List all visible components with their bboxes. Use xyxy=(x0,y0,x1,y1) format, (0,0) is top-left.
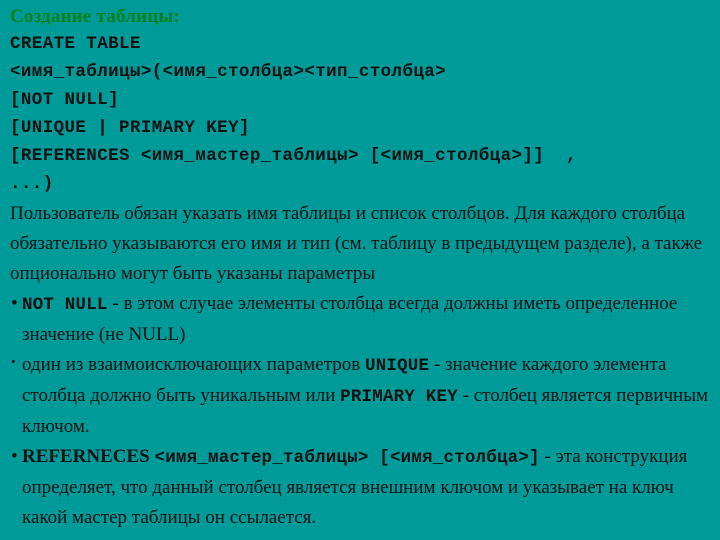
list-item-code: UNIQUE xyxy=(365,356,430,376)
page-title: Создание таблицы: xyxy=(10,6,180,27)
list-item-code: PRIMARY KEY xyxy=(340,387,458,407)
syntax-line: [UNIQUE | PRIMARY KEY] xyxy=(10,118,250,138)
list-item: • REFERNECES <имя_мастер_таблицы> [<имя_… xyxy=(10,442,712,533)
syntax-line: <имя_таблицы>(<имя_столбца><тип_столбца> xyxy=(10,62,447,82)
syntax-line: CREATE TABLE xyxy=(10,34,141,54)
list-item-label: один из взаимоисключающих параметров xyxy=(22,354,365,375)
list-item-label: - в этом случае элементы столбца всегда … xyxy=(22,293,678,345)
list-item-keyword: REFERNECES xyxy=(22,446,150,467)
syntax-line: [REFERENCES <имя_мастер_таблицы> [<имя_с… xyxy=(10,146,577,166)
bullet-dot-icon: • xyxy=(11,293,18,314)
slide-content: Создание таблицы: CREATE TABLE <имя_табл… xyxy=(10,6,712,533)
list-item-code: <имя_мастер_таблицы> [<имя_столбца>] xyxy=(154,448,540,468)
syntax-line: [NOT NULL] xyxy=(10,90,120,110)
list-item: • NOT NULL - в этом случае элементы стол… xyxy=(10,289,712,350)
description-paragraph: Пользователь обязан указать имя таблицы … xyxy=(10,203,703,284)
parameter-bullet-list: • NOT NULL - в этом случае элементы стол… xyxy=(10,289,712,533)
list-item: • один из взаимоисключающих параметров U… xyxy=(10,350,712,442)
syntax-line: ...) xyxy=(10,174,54,194)
bullet-dot-icon: • xyxy=(11,354,16,369)
sql-syntax-block: CREATE TABLE <имя_таблицы>(<имя_столбца>… xyxy=(10,30,712,198)
list-item-code: NOT NULL xyxy=(22,295,108,315)
bullet-dot-icon: • xyxy=(11,446,18,467)
slide-canvas: Создание таблицы: CREATE TABLE <имя_табл… xyxy=(0,0,720,540)
